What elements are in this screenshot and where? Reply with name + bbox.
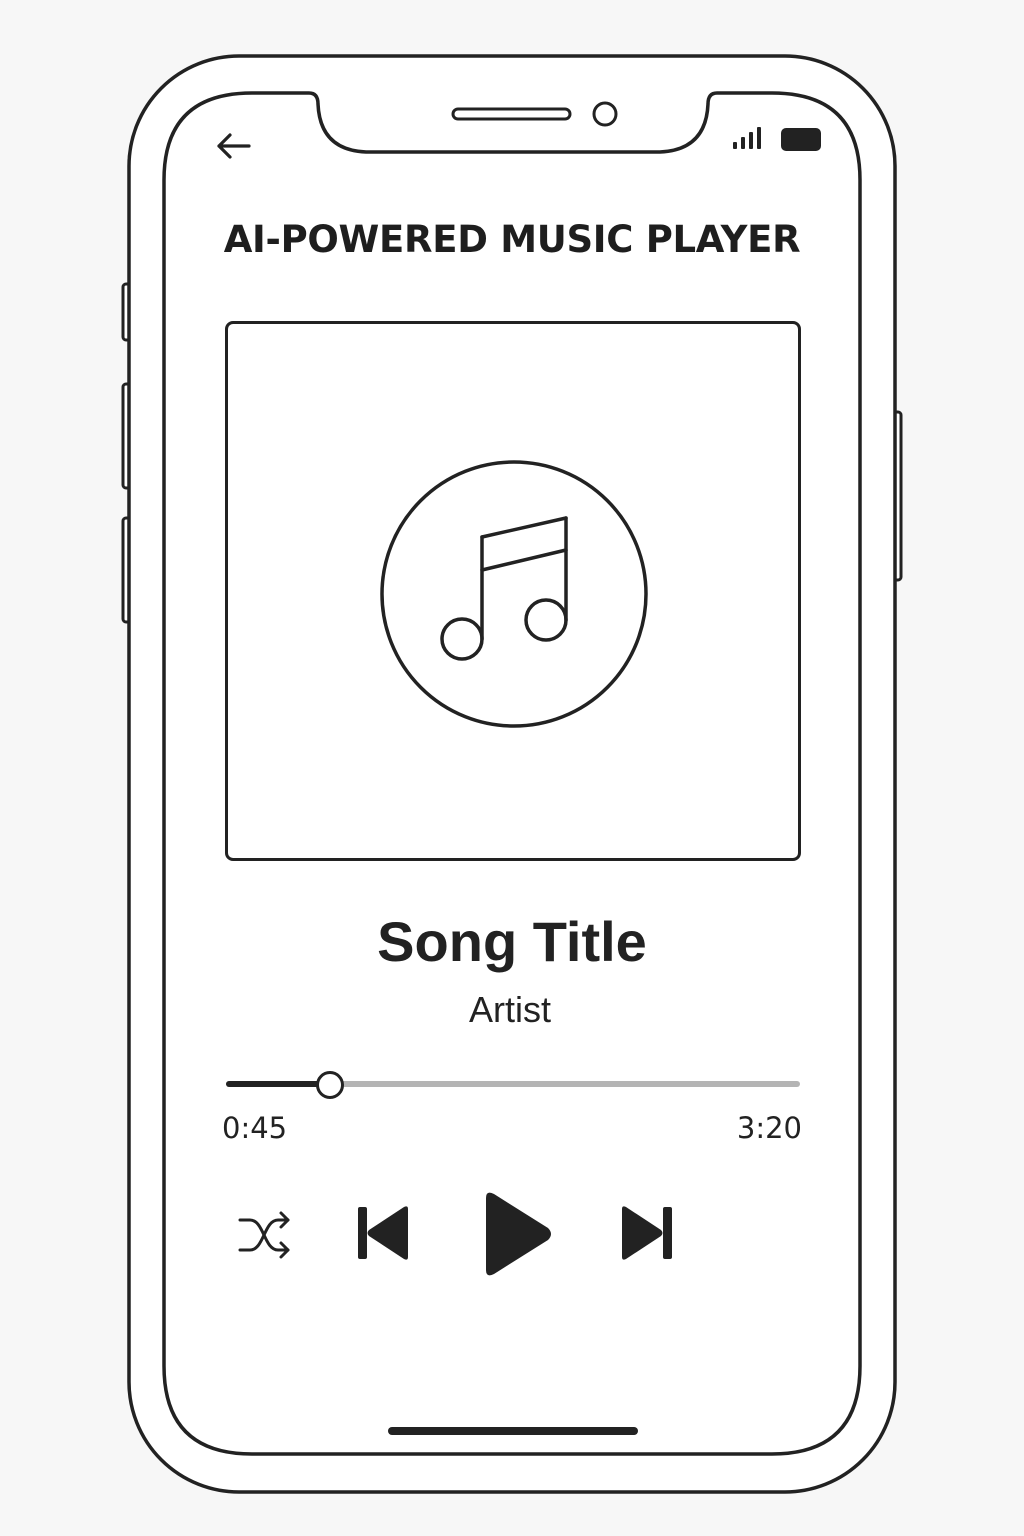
album-artwork — [225, 321, 801, 861]
arrow-left-icon — [217, 133, 251, 159]
play-icon — [486, 1192, 551, 1276]
progress-bar[interactable] — [226, 1066, 800, 1102]
back-button[interactable] — [210, 126, 256, 166]
shuffle-button[interactable] — [232, 1204, 296, 1264]
app-title: AI-POWERED MUSIC PLAYER — [223, 218, 801, 261]
home-indicator[interactable] — [388, 1427, 638, 1435]
progress-fill — [226, 1081, 330, 1087]
music-player-screen: AI-POWERED MUSIC PLAYER Song Title Artis… — [0, 0, 1024, 1536]
play-button[interactable] — [476, 1188, 558, 1280]
skip-previous-icon — [358, 1206, 408, 1260]
skip-next-icon — [622, 1206, 672, 1260]
elapsed-time: 0:45 — [222, 1111, 288, 1145]
signal-icon — [733, 127, 761, 149]
next-track-button[interactable] — [614, 1200, 678, 1266]
shuffle-icon — [238, 1211, 290, 1259]
song-title: Song Title — [377, 910, 647, 973]
progress-handle[interactable] — [316, 1071, 345, 1099]
battery-icon — [781, 128, 821, 151]
artist-name: Artist — [468, 989, 551, 1030]
total-duration: 3:20 — [736, 1111, 802, 1145]
music-note-icon — [380, 460, 648, 728]
previous-track-button[interactable] — [352, 1200, 416, 1266]
